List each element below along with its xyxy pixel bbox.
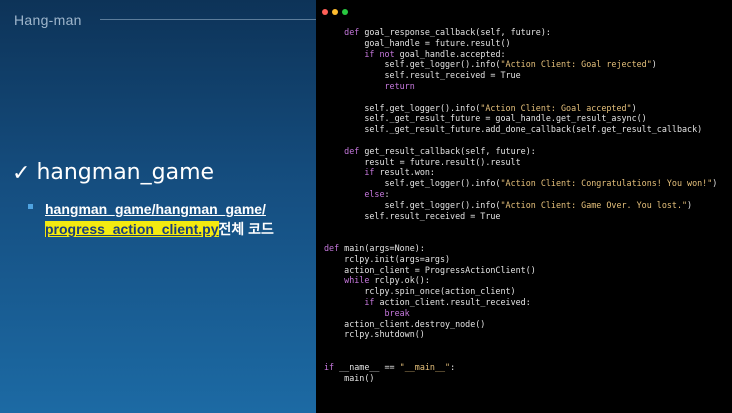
code-line: self._get_result_future.add_done_callbac… [324,124,703,135]
code-line: self._get_result_future = goal_handle.ge… [324,113,647,124]
code-line: self.get_logger().info("Action Client: G… [324,59,657,70]
code-line: action_client = ProgressActionClient() [324,264,536,275]
code-line: rclpy.shutdown() [324,329,425,340]
bullet-level2-text: hangman_game/hangman_game/ progress_acti… [45,199,295,239]
code-line: if action_client.result_received: [364,296,531,307]
title-divider [100,19,316,20]
code-line: action_client.destroy_node() [324,318,486,329]
code-line: main() [324,372,375,383]
code-line: if __name__ == "__main__": [324,361,456,372]
bullet-level1: ✓ hangman_game [12,160,214,185]
close-dot-icon[interactable] [322,9,328,15]
code-line: if not goal_handle.accepted: [364,48,506,59]
code-window: def goal_response_callback(self, future)… [316,0,732,413]
code-line: break [384,307,410,318]
code-line: result = future.result().result [324,156,521,167]
code-line: rclpy.init(args=args) [324,253,451,264]
bullet-level1-text: hangman_game [36,160,215,185]
code-line: self.get_logger().info("Action Client: G… [324,102,637,113]
slide-title: Hang-man [14,12,82,28]
code-line: def get_result_callback(self, future): [344,145,536,156]
code-line: return [384,80,415,91]
code-line: self.result_received = True [324,70,521,81]
code-line: else: [364,188,390,199]
minimize-dot-icon[interactable] [332,9,338,15]
checkmark-icon: ✓ [12,159,31,185]
file-name-link[interactable]: progress_action_client.py [45,221,219,237]
code-line: def goal_response_callback(self, future)… [344,27,551,37]
code-block: def goal_response_callback(self, future)… [324,27,717,383]
maximize-dot-icon[interactable] [342,9,348,15]
code-line: if result.won: [364,167,435,178]
code-line: self.get_logger().info("Action Client: C… [324,178,718,189]
code-line: rclpy.spin_once(action_client) [324,286,516,297]
code-line: goal_handle = future.result() [324,37,511,48]
code-line: def main(args=None): [324,242,425,253]
file-path-link[interactable]: hangman_game/hangman_game/ [45,201,266,217]
window-controls [322,9,352,15]
bullet-level2: hangman_game/hangman_game/ progress_acti… [28,199,295,239]
square-bullet-icon [28,204,33,209]
bullet-level2-suffix: 전체 코드 [218,221,274,237]
code-line: self.result_received = True [324,210,501,221]
slide-panel: Hang-man ✓ hangman_game hangman_game/han… [0,0,316,413]
code-line: self.get_logger().info("Action Client: G… [324,199,693,210]
code-line: while rclpy.ok(): [344,275,430,286]
